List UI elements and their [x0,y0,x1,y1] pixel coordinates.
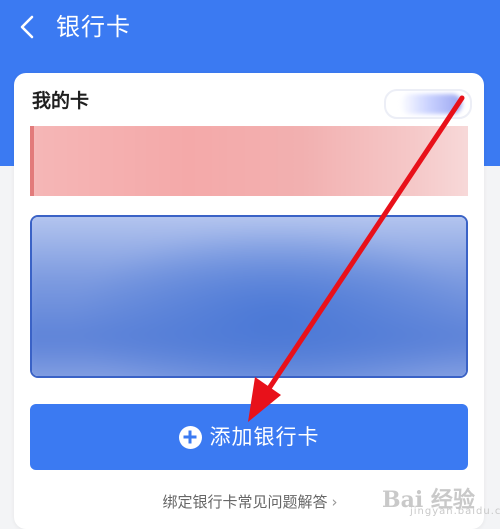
bank-card-1[interactable] [30,126,468,196]
card-visibility-toggle[interactable] [384,89,472,119]
add-bank-card-button[interactable]: 添加银行卡 [30,404,468,470]
toggle-fill [400,94,462,114]
chevron-left-icon [20,15,34,39]
section-title-my-cards: 我的卡 [32,90,90,112]
card-blurred-content [32,217,466,376]
plus-circle-icon [178,425,202,449]
card-edge [30,126,34,196]
card-blurred-content [30,126,468,196]
bank-card-2[interactable] [30,215,468,378]
faq-link-label: 绑定银行卡常见问题解答 [162,493,328,511]
faq-link[interactable]: 绑定银行卡常见问题解答 › [0,490,500,514]
chevron-right-icon: › [331,493,338,511]
page-title: 银行卡 [56,13,131,41]
back-button[interactable] [12,12,42,42]
add-bank-card-label: 添加银行卡 [209,425,320,449]
